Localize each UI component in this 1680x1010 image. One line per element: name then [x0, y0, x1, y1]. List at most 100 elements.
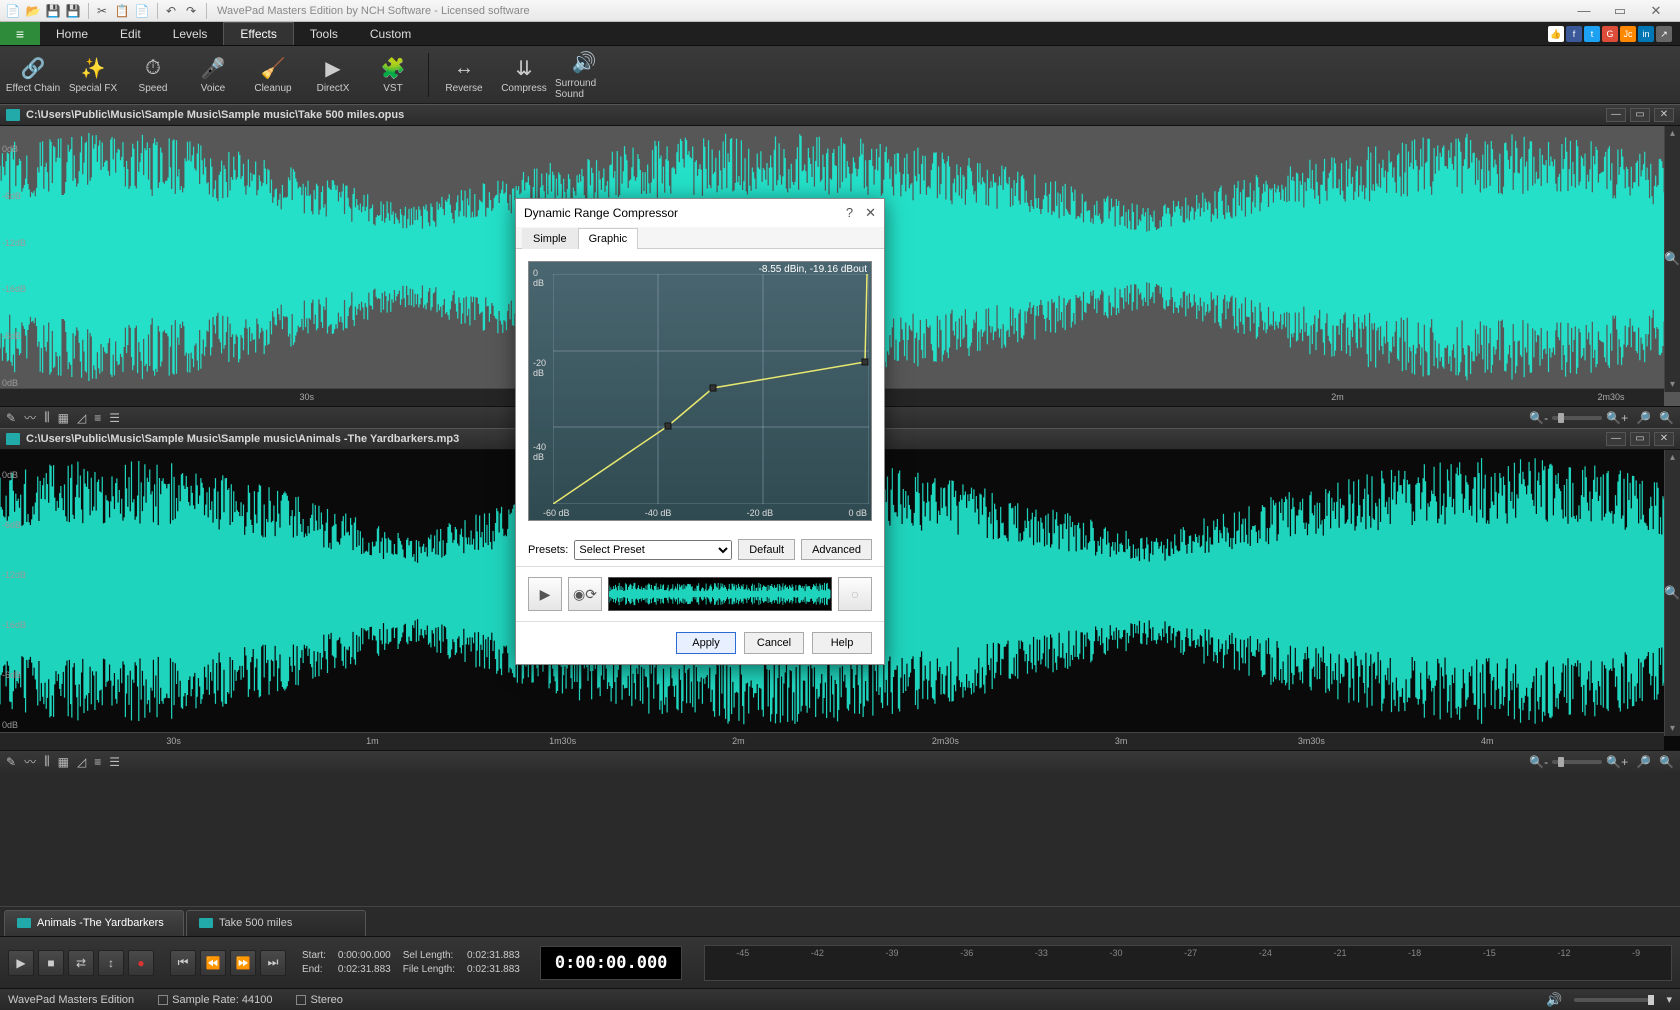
zoom-in-icon[interactable]: 🔍+	[1606, 411, 1628, 425]
scroll-up-icon[interactable]: ▴	[1668, 450, 1677, 465]
sample-rate-checkbox[interactable]	[158, 995, 168, 1005]
loop-button[interactable]: ⇄	[68, 950, 94, 976]
zoom-sel-icon[interactable]: 🔎	[1636, 755, 1651, 769]
window-close[interactable]: ✕	[1642, 3, 1670, 19]
advanced-button[interactable]: Advanced	[801, 539, 872, 560]
tab-take-500-miles[interactable]: Take 500 miles	[186, 910, 366, 936]
pencil-icon[interactable]: ✎	[6, 411, 16, 425]
dlg-tab-graphic[interactable]: Graphic	[578, 228, 639, 249]
tool-effect-chain[interactable]: 🔗Effect Chain	[4, 49, 62, 101]
wave-icon[interactable]: 〰	[24, 409, 36, 426]
tool-compress[interactable]: ⇊Compress	[495, 49, 553, 101]
doc-maximize[interactable]: ▭	[1630, 432, 1650, 446]
forward-button[interactable]: ⏩	[230, 950, 256, 976]
zoom-slider[interactable]	[1552, 416, 1602, 420]
redo-icon[interactable]: ↷	[182, 2, 200, 20]
dlg-tab-simple[interactable]: Simple	[522, 228, 578, 249]
volume-icon[interactable]: 🔊	[1546, 992, 1562, 1008]
menu-tools[interactable]: Tools	[294, 22, 354, 45]
scroll-down-icon[interactable]: ▾	[1668, 377, 1677, 392]
open-folder-icon[interactable]: 📂	[24, 2, 42, 20]
scroll-up-icon[interactable]: ▴	[1668, 126, 1677, 141]
apply-button[interactable]: Apply	[676, 632, 736, 654]
preview-play-button[interactable]: ▶	[528, 577, 562, 611]
wave-icon[interactable]: 〰	[24, 753, 36, 770]
tool-voice[interactable]: 🎤Voice	[184, 49, 242, 101]
normalize-icon[interactable]: ≡	[94, 755, 101, 769]
freq-icon[interactable]: ⫼	[44, 754, 50, 769]
normalize-icon[interactable]: ≡	[94, 411, 101, 425]
tool-speed[interactable]: ⏱Speed	[124, 49, 182, 101]
tool-special-fx[interactable]: ✨Special FX	[64, 49, 122, 101]
zoom-out-icon[interactable]: 🔍-	[1529, 755, 1548, 769]
waveform-scrollbar[interactable]: ▴ 🔍 ▾	[1664, 450, 1680, 736]
zoom-in-icon[interactable]: 🔍+	[1606, 755, 1628, 769]
tool-surround-sound[interactable]: 🔊Surround Sound	[555, 49, 613, 101]
zoom-out-icon[interactable]: 🔍-	[1529, 411, 1548, 425]
share-icon[interactable]: ↗	[1656, 26, 1672, 42]
compressor-graph[interactable]: -8.55 dBin, -19.16 dBout 0dB-20dB-40dB -…	[528, 261, 872, 521]
stumbleupon-icon[interactable]: Jc	[1620, 26, 1636, 42]
play-button[interactable]: ▶	[8, 950, 34, 976]
zoom-sel-icon[interactable]: 🔎	[1636, 411, 1651, 425]
menu-custom[interactable]: Custom	[354, 22, 427, 45]
fade-icon[interactable]: ◿	[77, 755, 86, 769]
volume-dropdown[interactable]: ▾	[1666, 993, 1672, 1006]
scroll-down-icon[interactable]: ▾	[1668, 721, 1677, 736]
facebook-icon[interactable]: f	[1566, 26, 1582, 42]
zoom-slider[interactable]	[1552, 760, 1602, 764]
skip-end-button[interactable]: ⏭	[260, 950, 286, 976]
tool-reverse[interactable]: ↔Reverse	[435, 49, 493, 101]
doc-minimize[interactable]: —	[1606, 432, 1626, 446]
like-icon[interactable]: 👍	[1548, 26, 1564, 42]
spectral-icon[interactable]: ▦	[58, 755, 69, 769]
time-ruler[interactable]: 30s1m1m30s2m2m30s3m3m30s4m	[0, 732, 1664, 750]
zoom-all-icon[interactable]: 🔍	[1659, 755, 1674, 769]
copy-icon[interactable]: 📋	[113, 2, 131, 20]
volume-slider[interactable]	[1574, 998, 1654, 1002]
new-file-icon[interactable]: 📄	[4, 2, 22, 20]
window-minimize[interactable]: —	[1570, 3, 1598, 19]
save-all-icon[interactable]: 💾	[64, 2, 82, 20]
menu-effects[interactable]: Effects	[223, 22, 293, 45]
doc-close[interactable]: ✕	[1654, 432, 1674, 446]
cancel-button[interactable]: Cancel	[744, 632, 804, 654]
scrub-button[interactable]: ↕	[98, 950, 124, 976]
cut-icon[interactable]: ✂	[93, 2, 111, 20]
save-icon[interactable]: 💾	[44, 2, 62, 20]
channels-checkbox[interactable]	[296, 995, 306, 1005]
undo-icon[interactable]: ↶	[162, 2, 180, 20]
linkedin-icon[interactable]: in	[1638, 26, 1654, 42]
stop-button[interactable]: ■	[38, 950, 64, 976]
record-button[interactable]: ●	[128, 950, 154, 976]
freq-icon[interactable]: ⫼	[44, 410, 50, 425]
tool-vst[interactable]: 🧩VST	[364, 49, 422, 101]
presets-select[interactable]: Select Preset	[574, 540, 732, 560]
spectral-icon[interactable]: ▦	[58, 411, 69, 425]
google-plus-icon[interactable]: G	[1602, 26, 1618, 42]
twitter-icon[interactable]: t	[1584, 26, 1600, 42]
menu-home[interactable]: Home	[40, 22, 104, 45]
window-maximize[interactable]: ▭	[1606, 3, 1634, 19]
dialog-close-icon[interactable]: ✕	[865, 205, 876, 221]
tool-cleanup[interactable]: 🧹Cleanup	[244, 49, 302, 101]
preview-loop-button[interactable]: ◉⟳	[568, 577, 602, 611]
dialog-help-icon[interactable]: ?	[846, 205, 853, 221]
rewind-button[interactable]: ⏪	[200, 950, 226, 976]
zoom-all-icon[interactable]: 🔍	[1659, 411, 1674, 425]
preview-stop-button[interactable]: ○	[838, 577, 872, 611]
app-menu-button[interactable]: ≡	[0, 22, 40, 45]
doc-close[interactable]: ✕	[1654, 108, 1674, 122]
menu-levels[interactable]: Levels	[157, 22, 224, 45]
tab-animals-the-yardbarkers[interactable]: Animals -The Yardbarkers	[4, 910, 184, 936]
pencil-icon[interactable]: ✎	[6, 755, 16, 769]
waveform-scrollbar[interactable]: ▴ 🔍 ▾	[1664, 126, 1680, 392]
tool-directx[interactable]: ▶DirectX	[304, 49, 362, 101]
doc-maximize[interactable]: ▭	[1630, 108, 1650, 122]
zoom-fit-icon[interactable]: 🔍	[1662, 583, 1680, 603]
fade-icon[interactable]: ◿	[77, 411, 86, 425]
default-button[interactable]: Default	[738, 539, 795, 560]
list-icon[interactable]: ☰	[109, 411, 120, 425]
zoom-fit-icon[interactable]: 🔍	[1662, 249, 1680, 269]
help-button[interactable]: Help	[812, 632, 872, 654]
